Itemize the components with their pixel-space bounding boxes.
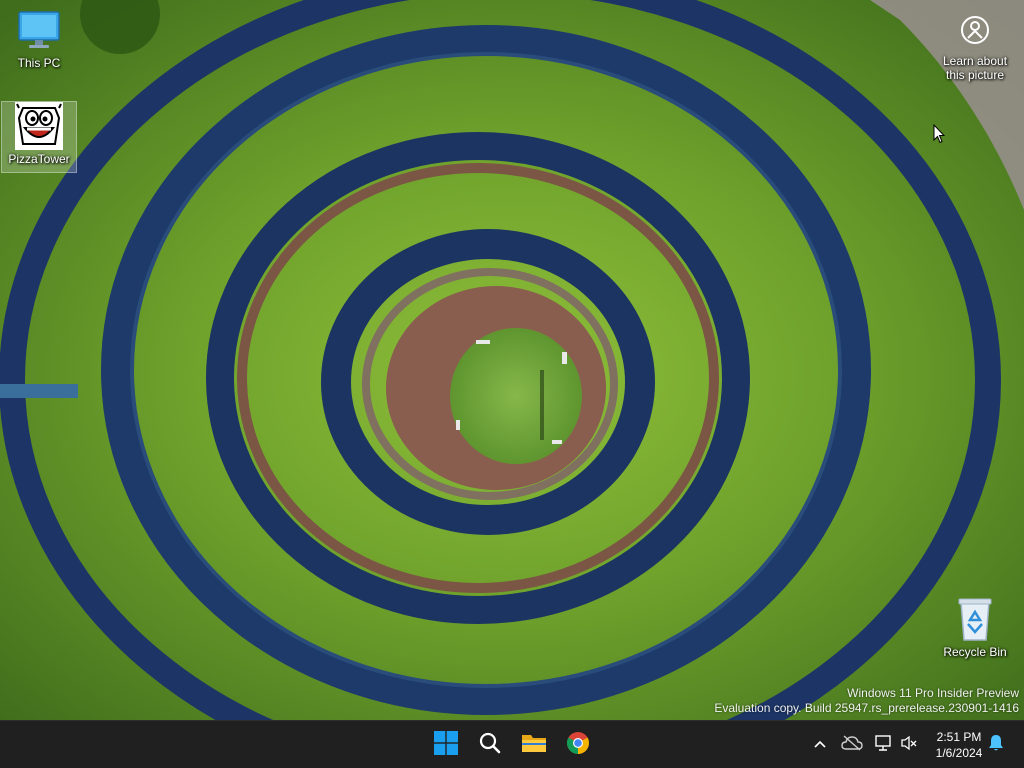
volume-tray-button[interactable] [897, 733, 921, 757]
file-explorer-button[interactable] [514, 725, 554, 765]
search-icon [478, 731, 502, 760]
desktop-icon-recycle-bin[interactable]: Recycle Bin [936, 595, 1014, 659]
watermark-line-2: Evaluation copy. Build 25947.rs_prerelea… [714, 701, 1019, 715]
network-icon [874, 734, 892, 757]
mouse-cursor-icon [933, 124, 945, 144]
desktop-icon-label: This PC [17, 56, 61, 70]
evaluation-watermark: Windows 11 Pro Insider Preview Evaluatio… [714, 686, 1019, 716]
taskbar-clock[interactable]: 2:51 PM 1/6/2024 [926, 729, 992, 761]
camera-info-icon [959, 14, 991, 51]
desktop-icon-pizzatower[interactable]: PizzaTower [1, 101, 77, 173]
learn-about-picture-label: Learn about this picture [942, 54, 1008, 82]
folder-icon [521, 731, 547, 760]
chevron-up-icon [813, 736, 827, 754]
network-tray-button[interactable] [871, 733, 895, 757]
volume-muted-icon [900, 734, 918, 757]
chrome-button[interactable] [558, 725, 598, 765]
watermark-line-1: Windows 11 Pro Insider Preview [847, 686, 1019, 700]
show-hidden-icons-button[interactable] [808, 733, 832, 757]
learn-about-picture-button[interactable]: Learn about this picture [936, 14, 1014, 82]
desktop-wallpaper[interactable] [0, 0, 1024, 720]
windows-logo-icon [434, 730, 458, 760]
desktop-icon-label: Recycle Bin [943, 645, 1007, 659]
notification-bell-icon [988, 734, 1004, 757]
taskbar: 2:51 PM 1/6/2024 [0, 720, 1024, 768]
desktop-icon-this-pc[interactable]: This PC [1, 6, 77, 70]
onedrive-tray-button[interactable] [840, 733, 864, 757]
notifications-button[interactable] [984, 733, 1008, 757]
search-button[interactable] [470, 725, 510, 765]
clock-date: 1/6/2024 [935, 746, 983, 760]
clock-time: 2:51 PM [936, 730, 982, 744]
recycle-bin-icon [951, 595, 999, 643]
onedrive-icon [841, 734, 863, 756]
chrome-icon [566, 731, 590, 760]
pizzatower-app-icon [15, 102, 63, 150]
monitor-icon [15, 6, 63, 54]
desktop-icon-label: PizzaTower [8, 152, 70, 166]
start-button[interactable] [426, 725, 466, 765]
